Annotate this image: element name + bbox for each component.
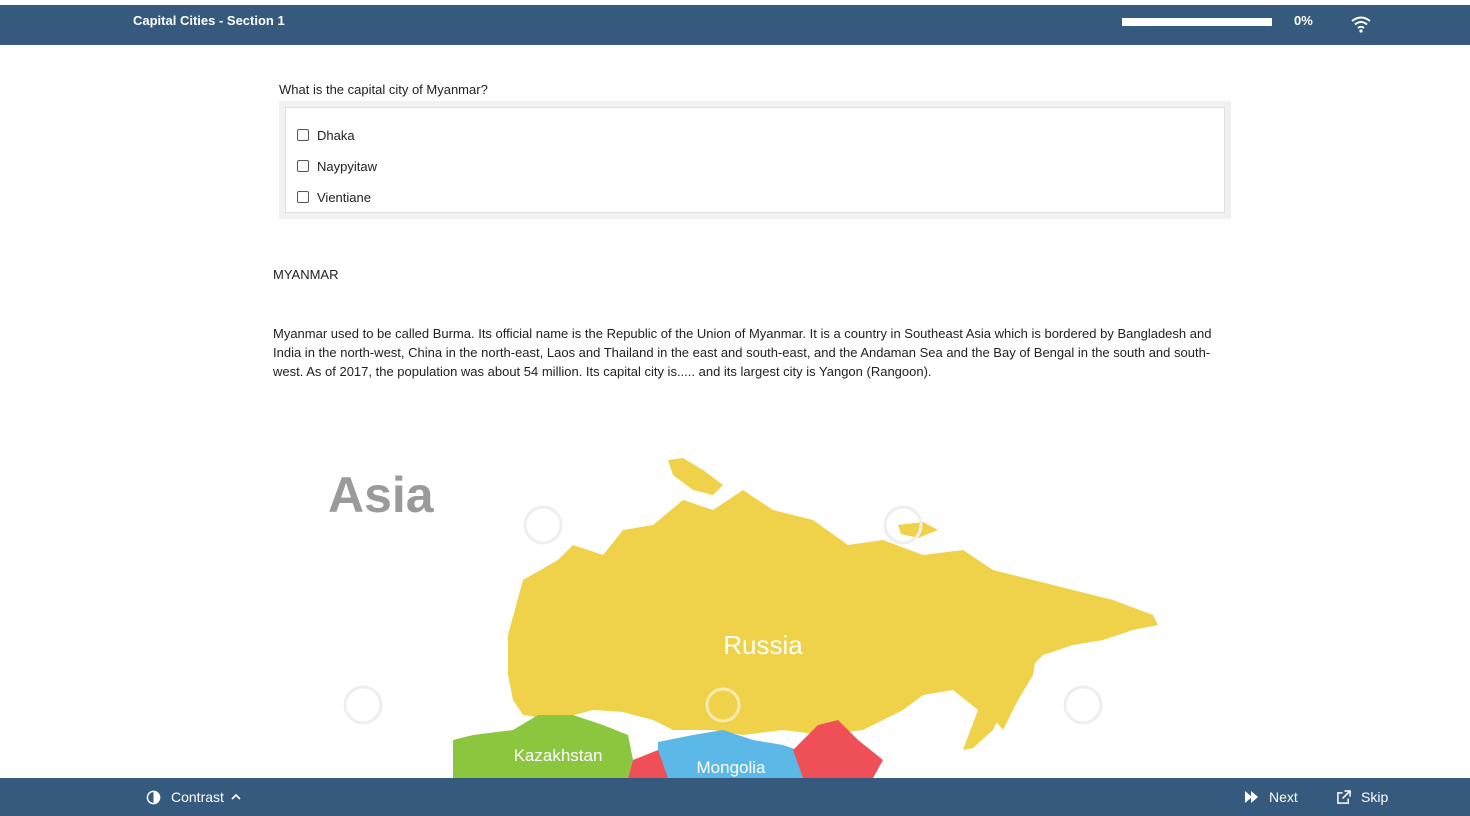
chevron-up-icon	[231, 793, 241, 800]
next-button[interactable]: Next	[1245, 778, 1298, 816]
section-heading: MYANMAR	[273, 267, 339, 282]
progress-bar	[1122, 18, 1272, 26]
fast-forward-icon	[1245, 791, 1258, 803]
asia-map-image: Asia Russia Kazakhstan Mongolia	[273, 430, 1233, 778]
mongolia-label: Mongolia	[697, 758, 767, 777]
option-dhaka[interactable]: Dhaka	[297, 125, 355, 145]
top-bar: Capital Cities - Section 1 0%	[0, 5, 1470, 45]
contrast-button[interactable]: Contrast	[146, 778, 241, 816]
question-text: What is the capital city of Myanmar?	[279, 82, 488, 97]
skip-button[interactable]: Skip	[1336, 778, 1388, 816]
russia-label: Russia	[723, 630, 803, 660]
wifi-icon	[1351, 16, 1371, 33]
map-title: Asia	[328, 467, 435, 523]
skip-label: Skip	[1361, 789, 1389, 805]
page-title: Capital Cities - Section 1	[133, 13, 285, 28]
answer-options: Dhaka Naypyitaw Vientiane	[279, 101, 1231, 219]
option-naypyitaw[interactable]: Naypyitaw	[297, 156, 377, 176]
bottom-bar: Contrast Next Skip	[0, 778, 1470, 816]
description-paragraph: Myanmar used to be called Burma. Its off…	[273, 326, 1212, 379]
next-label: Next	[1269, 789, 1298, 805]
kazakhstan-label: Kazakhstan	[514, 746, 603, 765]
checkbox[interactable]	[297, 191, 309, 203]
option-label: Naypyitaw	[317, 158, 377, 174]
progress-label: 0%	[1294, 13, 1313, 28]
option-label: Vientiane	[317, 189, 371, 205]
russia-region	[508, 490, 1158, 750]
checkbox[interactable]	[297, 160, 309, 172]
contrast-label: Contrast	[171, 789, 224, 805]
option-vientiane[interactable]: Vientiane	[297, 187, 371, 207]
checkbox[interactable]	[297, 129, 309, 141]
external-link-icon	[1337, 789, 1351, 804]
option-label: Dhaka	[317, 127, 355, 143]
contrast-icon	[146, 790, 161, 804]
